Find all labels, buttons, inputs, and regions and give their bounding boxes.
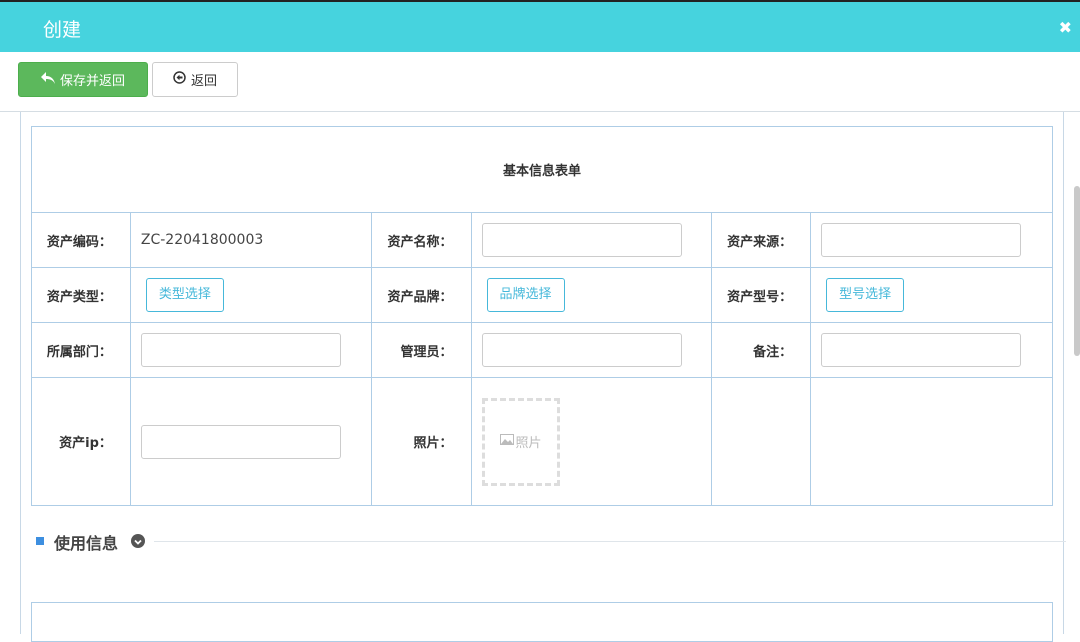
asset-ip-label: 资产ip： [31,377,131,506]
chevron-down-icon[interactable] [131,534,145,548]
asset-code-value: ZC-22041800003 [140,232,264,248]
admin-label: 管理员： [370,322,472,378]
photo-label: 照片： [370,377,472,506]
admin-input[interactable] [481,333,682,367]
reply-icon [40,71,55,88]
scrollbar-thumb[interactable] [1074,186,1080,356]
image-icon [499,434,514,449]
section-title: 使用信息 [54,534,119,553]
asset-brand-label: 资产品牌： [370,267,472,323]
save-button-label: 保存并返回 [59,74,125,89]
asset-name-label: 资产名称： [370,212,472,268]
form-heading: 基本信息表单 [31,126,1053,213]
save-and-return-button[interactable]: 保存并返回 [18,62,148,97]
usage-info-table [31,602,1053,642]
empty-cell [711,377,812,506]
department-input[interactable] [140,333,341,367]
usage-info-section: 使用信息 [36,528,1066,556]
photo-placeholder: 照片 [515,436,542,451]
close-icon[interactable]: ✖ [1059,18,1072,37]
toolbar: 保存并返回 返回 [0,52,1080,112]
model-select-button[interactable]: 型号选择 [826,278,905,312]
asset-source-input[interactable] [821,223,1022,257]
remark-label: 备注： [711,322,812,378]
section-marker [36,537,44,545]
remark-input[interactable] [821,333,1022,367]
department-label: 所属部门： [31,322,131,378]
back-button[interactable]: 返回 [152,62,238,97]
brand-select-button[interactable]: 品牌选择 [486,278,565,312]
section-divider [154,541,1066,542]
asset-ip-input[interactable] [140,424,341,459]
photo-upload[interactable]: 照片 [481,397,560,486]
dialog-header: 创建 ✖ [0,0,1080,52]
dialog-title: 创建 [43,19,82,41]
asset-source-label: 资产来源： [711,212,812,268]
asset-name-input[interactable] [481,223,682,257]
empty-cell [810,377,1053,506]
type-select-button[interactable]: 类型选择 [145,278,224,312]
asset-code-label: 资产编码： [31,212,131,268]
circle-arrow-left-icon [173,71,186,88]
asset-model-label: 资产型号： [711,267,812,323]
asset-type-label: 资产类型： [31,267,131,323]
back-button-label: 返回 [190,74,217,89]
basic-info-form: 基本信息表单 资产编码： ZC-22041800003 资产名称： 资产来源： … [31,126,1053,506]
